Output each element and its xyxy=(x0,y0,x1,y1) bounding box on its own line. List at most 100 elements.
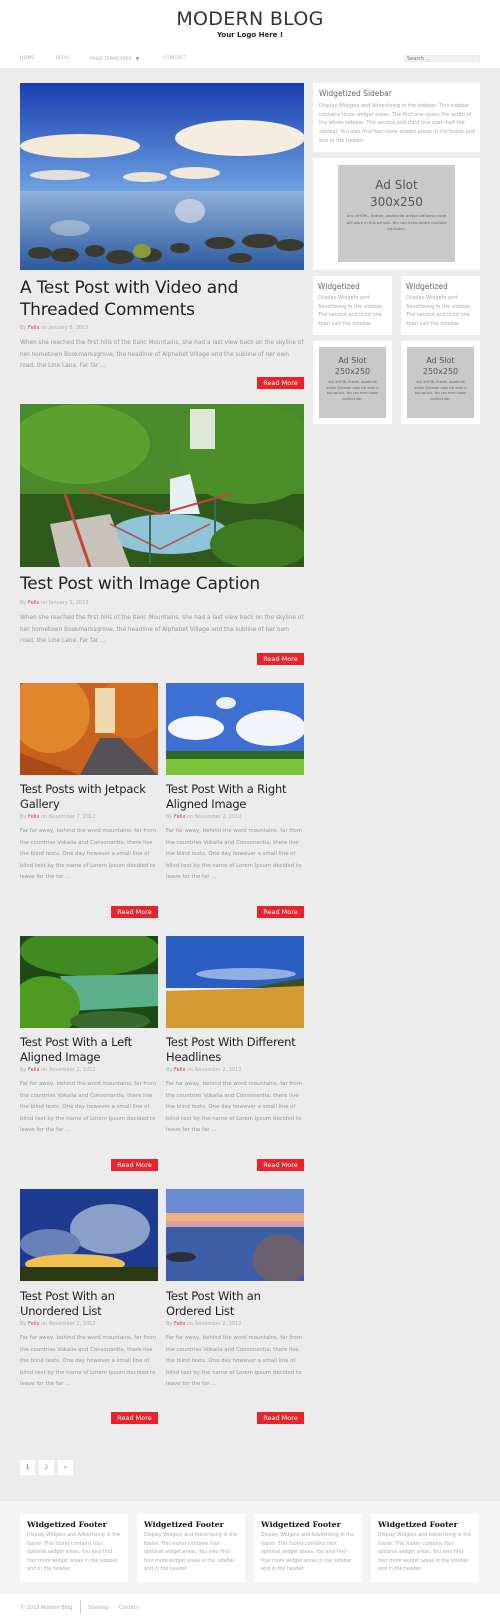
author-link[interactable]: Felix xyxy=(174,1067,185,1073)
copyright: © 2013 Modern Blog xyxy=(20,1605,73,1611)
footer-widget-text: Display Widgets and Advertising in the f… xyxy=(144,1533,238,1573)
author-link[interactable]: Felix xyxy=(28,325,39,331)
author-link[interactable]: Felix xyxy=(28,600,39,606)
post-title[interactable]: A Test Post with Video and Threaded Comm… xyxy=(20,277,300,321)
main-content: A Test Post with Video and Threaded Comm… xyxy=(0,68,500,1501)
post-meta: By Felix on November 2, 2012 xyxy=(166,1067,242,1073)
widget-title: Widgetized xyxy=(318,282,360,291)
site-header: MODERN BLOG Your Logo Here ! xyxy=(0,0,500,45)
footer-widget: Widgetized Footer Display Widgets and Ad… xyxy=(137,1514,245,1582)
post-meta: By Felix on November 2, 2012 xyxy=(166,1321,242,1327)
post-title[interactable]: Test Post With a Left Aligned Image xyxy=(20,1035,160,1065)
post-excerpt: Far far away, behind the word mountains,… xyxy=(166,828,302,880)
widget-text: Display Widgets and Advertising in the s… xyxy=(406,295,472,328)
footer-widget: Widgetized Footer Display Widgets and Ad… xyxy=(20,1514,128,1582)
sidebar-ad-small: Ad Slot 250x250 Any XHTML, Iframe, JavaS… xyxy=(401,341,480,424)
footer-widget-text: Display Widgets and Advertising in the f… xyxy=(27,1533,121,1573)
post-meta: By Felix on November 2, 2012 xyxy=(20,1067,96,1073)
footer-widget: Widgetized Footer Display Widgets and Ad… xyxy=(371,1514,479,1582)
sidebar-ad-large: Ad Slot 300x250 Any XHTML, Iframe, JavaS… xyxy=(313,158,480,270)
nav-item-home[interactable]: HOME xyxy=(20,56,34,61)
widget-text: Display Widgets and Advertising in the s… xyxy=(319,103,476,144)
post-date: on November 2, 2012 xyxy=(41,1067,96,1073)
read-more-button[interactable]: Read More xyxy=(257,653,304,665)
post-title[interactable]: Test Post with Image Caption xyxy=(20,573,300,595)
footer-link-contact[interactable]: Contact xyxy=(119,1605,138,1611)
footer-widget-title: Widgetized Footer xyxy=(144,1520,224,1529)
author-link[interactable]: Felix xyxy=(28,814,39,820)
ad-slot-250x250[interactable]: Ad Slot 250x250 Any XHTML, Iframe, JavaS… xyxy=(319,347,386,418)
post-title[interactable]: Test Post With an Unordered List xyxy=(20,1289,160,1319)
post-image-waterfall[interactable] xyxy=(20,404,304,567)
read-more-button[interactable]: Read More xyxy=(257,1159,304,1171)
search-input[interactable] xyxy=(404,55,480,62)
sidebar-widget-main: Widgetized Sidebar Display Widgets and A… xyxy=(313,83,480,152)
widget-title: Widgetized xyxy=(406,282,448,291)
post-image-meadow[interactable] xyxy=(166,683,304,775)
post-meta: By Felix on January 5, 2013 xyxy=(20,600,89,606)
post-date: on November 7, 2012 xyxy=(41,814,96,820)
widget-text: Display Widgets and Advertising in the s… xyxy=(318,295,384,328)
post-date: on January 5, 2013 xyxy=(41,600,89,606)
post-excerpt: Far far away, behind the word mountains,… xyxy=(20,1335,156,1387)
post-title[interactable]: Test Post With Different Headlines xyxy=(166,1035,306,1065)
post-title[interactable]: Test Post With an Ordered List xyxy=(166,1289,306,1319)
post-excerpt: When she reached the first hills of the … xyxy=(20,340,304,370)
sidebar-ad-small: Ad Slot 250x250 Any XHTML, Iframe, JavaS… xyxy=(313,341,392,424)
page-link-2[interactable]: 2 xyxy=(39,1460,54,1475)
sidebar-widget-half: Widgetized Display Widgets and Advertisi… xyxy=(401,276,480,335)
post-image-sunset-field[interactable] xyxy=(20,1189,158,1281)
post-image-sunset-lake[interactable] xyxy=(166,1189,304,1281)
footer-widget: Widgetized Footer Display Widgets and Ad… xyxy=(254,1514,362,1582)
footer-widget-title: Widgetized Footer xyxy=(378,1520,458,1529)
post-excerpt: Far far away, behind the word mountains,… xyxy=(166,1335,302,1387)
post-date: on November 2, 2012 xyxy=(41,1321,96,1327)
post-date: on November 2, 2012 xyxy=(187,1321,242,1327)
widget-title: Widgetized Sidebar xyxy=(319,89,392,98)
ad-slot-250x250[interactable]: Ad Slot 250x250 Any XHTML, Iframe, JavaS… xyxy=(407,347,474,418)
footer-widgets: Widgetized Footer Display Widgets and Ad… xyxy=(0,1501,500,1594)
footer-widget-text: Display Widgets and Advertising in the f… xyxy=(261,1533,355,1573)
post-excerpt: Far far away, behind the word mountains,… xyxy=(20,828,156,880)
author-link[interactable]: Felix xyxy=(174,814,185,820)
author-link[interactable]: Felix xyxy=(28,1321,39,1327)
post-meta: By Felix on January 6, 2013 xyxy=(20,325,89,331)
nav-item-blog[interactable]: BLOG xyxy=(56,56,69,61)
read-more-button[interactable]: Read More xyxy=(111,1412,158,1424)
author-link[interactable]: Felix xyxy=(174,1321,185,1327)
read-more-button[interactable]: Read More xyxy=(257,377,304,389)
ad-slot-300x250[interactable]: Ad Slot 300x250 Any XHTML, Iframe, JavaS… xyxy=(338,165,455,262)
footer-widget-title: Widgetized Footer xyxy=(261,1520,341,1529)
post-meta: By Felix on November 7, 2012 xyxy=(20,814,96,820)
footer-link-sitemap[interactable]: Sitemap xyxy=(88,1605,109,1611)
post-image-wheat-field[interactable] xyxy=(166,936,304,1028)
post-image-green-river[interactable] xyxy=(20,936,158,1028)
site-title[interactable]: MODERN BLOG xyxy=(0,0,500,29)
read-more-button[interactable]: Read More xyxy=(257,906,304,918)
post-date: on November 2, 2012 xyxy=(187,814,242,820)
post-excerpt: Far far away, behind the word mountains,… xyxy=(20,1081,156,1133)
author-link[interactable]: Felix xyxy=(28,1067,39,1073)
footer-widget-title: Widgetized Footer xyxy=(27,1520,107,1529)
read-more-button[interactable]: Read More xyxy=(111,1159,158,1171)
post-title[interactable]: Test Posts with Jetpack Gallery xyxy=(20,782,160,812)
post-image-autumn-road[interactable] xyxy=(20,683,158,775)
read-more-button[interactable]: Read More xyxy=(111,906,158,918)
post-date: on January 6, 2013 xyxy=(41,325,89,331)
post-excerpt: When she reached the first hills of the … xyxy=(20,615,304,645)
post-title[interactable]: Test Post With a Right Aligned Image xyxy=(166,782,306,812)
chevron-down-icon: ▼ xyxy=(135,56,140,61)
post-meta: By Felix on November 2, 2012 xyxy=(20,1321,96,1327)
divider xyxy=(80,1600,81,1614)
post-image-lake[interactable] xyxy=(20,83,304,270)
nav-item-contact[interactable]: CONTACT xyxy=(164,56,187,61)
footer-widget-text: Display Widgets and Advertising in the f… xyxy=(378,1533,472,1573)
main-nav: HOME BLOG PAGE TEMPLATES ▼ CONTACT xyxy=(0,45,500,68)
page-link-1[interactable]: 1 xyxy=(20,1460,35,1475)
nav-item-page-templates[interactable]: PAGE TEMPLATES ▼ xyxy=(90,56,139,62)
post-date: on November 2, 2012 xyxy=(187,1067,242,1073)
read-more-button[interactable]: Read More xyxy=(257,1412,304,1424)
page-next[interactable]: » xyxy=(58,1460,73,1475)
post-meta: By Felix on November 2, 2012 xyxy=(166,814,242,820)
nav-item-page-templates-label: PAGE TEMPLATES xyxy=(90,57,132,62)
